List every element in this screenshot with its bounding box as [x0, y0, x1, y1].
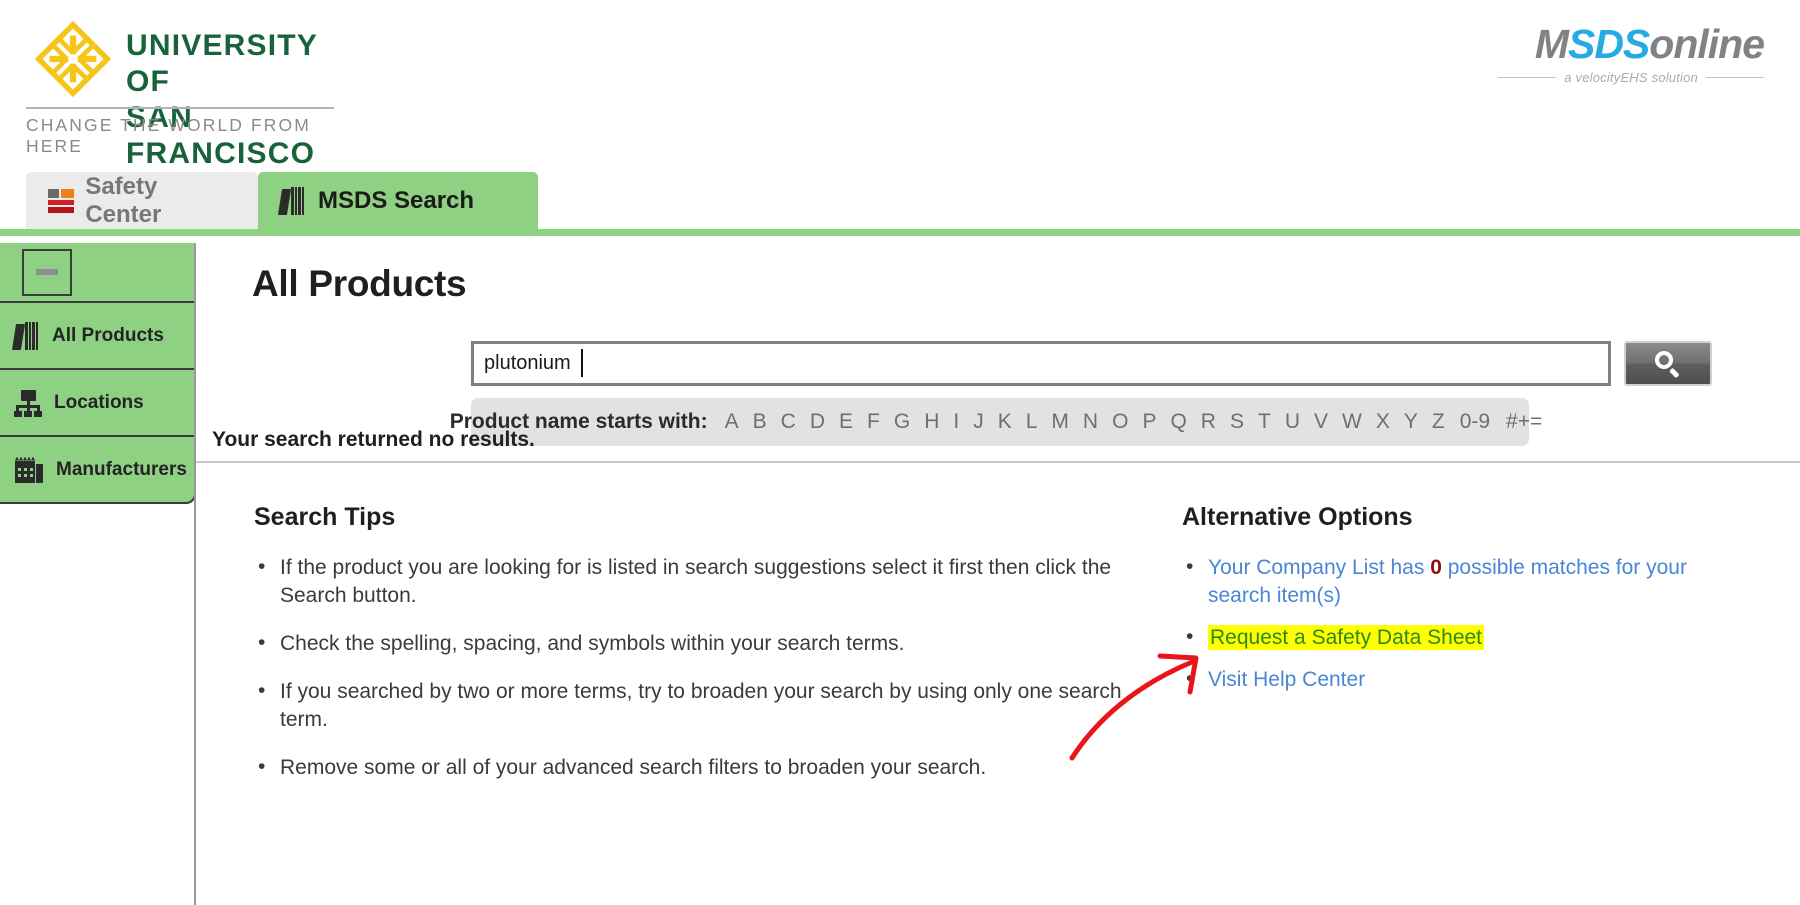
alpha-letter-e[interactable]: E [832, 410, 860, 434]
alpha-letter-x[interactable]: X [1369, 410, 1397, 434]
alpha-letter-y[interactable]: Y [1397, 410, 1425, 434]
sidebar-item-all-products[interactable]: All Products [0, 303, 196, 370]
text-cursor [581, 349, 583, 377]
alpha-letter-w[interactable]: W [1335, 410, 1369, 434]
alpha-letter-p[interactable]: P [1135, 410, 1163, 434]
alpha-letter-t[interactable]: T [1251, 410, 1278, 434]
alpha-letter-z[interactable]: Z [1425, 410, 1452, 434]
sidebar-item-label: All Products [52, 324, 164, 346]
vendor-wordmark-sds: SDS [1567, 21, 1650, 67]
alpha-letter-h[interactable]: H [917, 410, 946, 434]
alpha-letter-b[interactable]: B [746, 410, 774, 434]
books-icon [277, 186, 306, 215]
alpha-letter-symbols[interactable]: #+= [1498, 410, 1550, 434]
left-sidebar: All Products Locations Manufacturers [0, 243, 196, 504]
alpha-letter-v[interactable]: V [1307, 410, 1335, 434]
alpha-letter-g[interactable]: G [887, 410, 917, 434]
books-icon [11, 321, 40, 350]
alpha-letter-n[interactable]: N [1076, 410, 1105, 434]
search-tips-heading: Search Tips [254, 503, 396, 531]
alternative-options-list: Your Company List has 0 possible matches… [1182, 553, 1742, 694]
page-title: All Products [252, 263, 467, 304]
alpha-letter-q[interactable]: Q [1163, 410, 1193, 434]
alpha-filter-bar: Product name starts with: A B C D E F G … [450, 398, 1542, 446]
search-tip-item: Remove some or all of your advanced sear… [258, 753, 1134, 782]
alpha-letter-digits[interactable]: 0-9 [1452, 410, 1498, 434]
safety-center-icon [48, 188, 74, 213]
tab-msds-search-label: MSDS Search [318, 186, 475, 214]
alpha-letter-s[interactable]: S [1223, 410, 1251, 434]
alpha-letter-a[interactable]: A [718, 410, 746, 434]
alpha-letter-j[interactable]: J [966, 410, 991, 434]
request-sds-link[interactable]: Request a Safety Data Sheet [1208, 625, 1485, 650]
search-row [471, 341, 1724, 386]
tab-safety-center-label: Safety Center [85, 172, 162, 228]
logo-divider-rule [26, 107, 334, 109]
search-tip-item: Check the spelling, spacing, and symbols… [258, 629, 1134, 658]
company-list-count: 0 [1430, 556, 1442, 579]
alpha-letter-r[interactable]: R [1194, 410, 1223, 434]
main-tab-bar: Safety Center MSDS Search [0, 172, 1800, 236]
vendor-wordmark-m: M [1534, 21, 1569, 67]
sidebar-item-manufacturers[interactable]: Manufacturers [0, 437, 196, 504]
alpha-letter-l[interactable]: L [1019, 410, 1045, 434]
vendor-wordmark: MSDSonline [1464, 21, 1765, 67]
university-line-1: UNIVERSITY OF [126, 29, 318, 98]
vendor-tagline: a velocityEHS solution [1564, 70, 1698, 85]
sidebar-collapse-button[interactable] [0, 243, 196, 303]
vendor-logo: MSDSonline a velocityEHS solution [1464, 21, 1765, 90]
alpha-letter-k[interactable]: K [991, 410, 1019, 434]
search-tip-item: If you searched by two or more terms, tr… [258, 677, 1134, 734]
alpha-letter-c[interactable]: C [774, 410, 803, 434]
vendor-tagline-rule-left [1498, 77, 1557, 78]
tab-msds-search[interactable]: MSDS Search [258, 172, 538, 229]
university-tagline: CHANGE THE WORLD FROM HERE [26, 115, 311, 156]
alpha-letter-i[interactable]: I [946, 410, 966, 434]
vendor-wordmark-online: online [1649, 21, 1765, 67]
factory-icon [14, 456, 44, 483]
result-divider [196, 461, 1800, 463]
sidebar-item-locations[interactable]: Locations [0, 370, 196, 437]
search-button[interactable] [1624, 341, 1712, 386]
sidebar-item-label: Manufacturers [56, 458, 187, 480]
search-icon [1655, 350, 1681, 378]
company-list-item[interactable]: Your Company List has 0 possible matches… [1186, 553, 1742, 610]
alternative-options-heading: Alternative Options [1182, 503, 1413, 531]
visit-help-center-link[interactable]: Visit Help Center [1208, 668, 1365, 691]
alternative-options-section: Alternative Options Your Company List ha… [1182, 503, 1742, 708]
alpha-letter-o[interactable]: O [1105, 410, 1135, 434]
org-chart-icon [14, 389, 42, 417]
search-tips-section: Search Tips If the product you are looki… [254, 503, 1134, 802]
search-input[interactable] [471, 341, 1611, 386]
vendor-tagline-rule-right [1706, 77, 1764, 78]
sidebar-item-label: Locations [54, 391, 144, 413]
alpha-letter-f[interactable]: F [860, 410, 887, 434]
page-header: UNIVERSITY OF SAN FRANCISCO CHANGE THE W… [0, 0, 1800, 172]
vendor-tagline-row: a velocityEHS solution [1464, 70, 1764, 85]
tab-safety-center[interactable]: Safety Center [26, 172, 258, 229]
tab-active-underline [0, 229, 1800, 236]
search-result-message: Your search returned no results. [212, 428, 535, 451]
university-logo: UNIVERSITY OF SAN FRANCISCO CHANGE THE W… [26, 14, 346, 170]
search-tip-item: If the product you are looking for is li… [258, 553, 1134, 610]
help-center-item[interactable]: Visit Help Center [1186, 665, 1742, 694]
alpha-letter-d[interactable]: D [803, 410, 832, 434]
minus-icon [22, 248, 72, 296]
alpha-letter-u[interactable]: U [1278, 410, 1307, 434]
search-tips-list: If the product you are looking for is li… [254, 553, 1134, 782]
request-sds-item[interactable]: Request a Safety Data Sheet [1186, 623, 1742, 652]
usf-diamond-mark [34, 20, 112, 98]
company-list-text-before[interactable]: Your Company List has [1208, 556, 1430, 579]
alpha-letter-m[interactable]: M [1044, 410, 1076, 434]
main-content: All Products Product name starts with: A… [196, 243, 1800, 905]
